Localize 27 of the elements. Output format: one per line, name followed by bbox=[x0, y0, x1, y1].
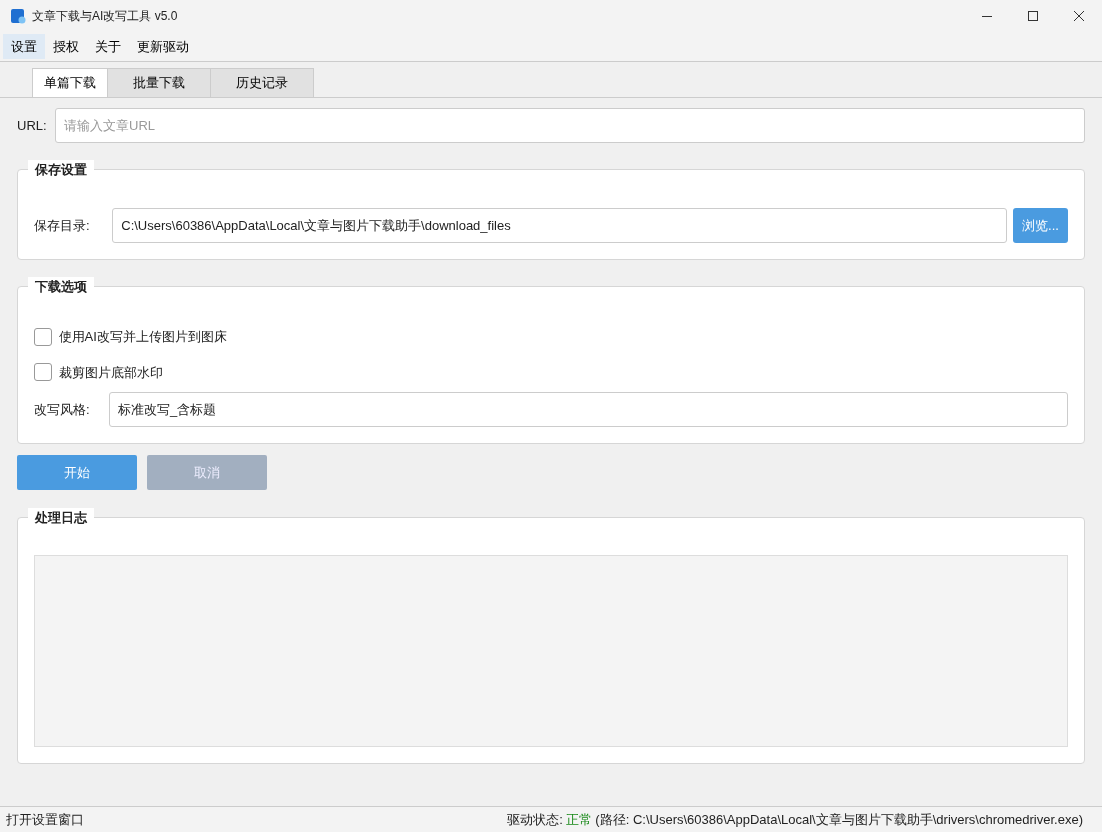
close-icon bbox=[1074, 11, 1084, 21]
menu-item[interactable]: 授权 bbox=[45, 34, 87, 59]
driver-status-label: 驱动状态: bbox=[507, 810, 563, 829]
minimize-icon bbox=[982, 15, 992, 17]
tab[interactable]: 历史记录 bbox=[210, 68, 314, 97]
field-label: 保存目录: bbox=[34, 216, 91, 235]
menu-item[interactable]: 更新驱动 bbox=[129, 34, 197, 59]
save-directory-field[interactable]: C:\Users\60386\AppData\Local\文章与图片下载助手\download_files bbox=[112, 208, 1007, 243]
maximize-icon bbox=[1028, 11, 1038, 21]
url-label: URL: bbox=[17, 116, 48, 135]
checkbox-label: 使用AI改写并上传图片到图床 bbox=[58, 328, 227, 346]
menu-item[interactable]: 关于 bbox=[87, 34, 129, 59]
checkbox[interactable] bbox=[34, 327, 52, 346]
status-message: 打开设置窗口 bbox=[6, 810, 84, 829]
app-icon bbox=[10, 8, 26, 24]
checkbox[interactable] bbox=[34, 363, 52, 382]
window-title: 文章下载与AI改写工具 v5.0 bbox=[32, 8, 178, 25]
driver-path-text: (路径: C:\Users\60386\AppData\Local\文章与图片下载助手\drivers\chromedriver.exe) bbox=[595, 810, 1083, 829]
tab[interactable]: 批量下载 bbox=[107, 68, 211, 97]
driver-status-value: 正常 bbox=[566, 810, 593, 829]
field-label: 改写风格: bbox=[34, 400, 91, 419]
rewrite-style-field[interactable]: 标准改写_含标题 bbox=[109, 392, 1068, 427]
url-input-field[interactable]: 请输入文章URL bbox=[55, 108, 1085, 143]
tab[interactable]: 单篇下载 bbox=[32, 68, 108, 97]
group-title: 下载选项 bbox=[28, 277, 94, 297]
checkbox-label: 裁剪图片底部水印 bbox=[58, 363, 163, 382]
menu-item[interactable]: 设置 bbox=[3, 34, 45, 59]
